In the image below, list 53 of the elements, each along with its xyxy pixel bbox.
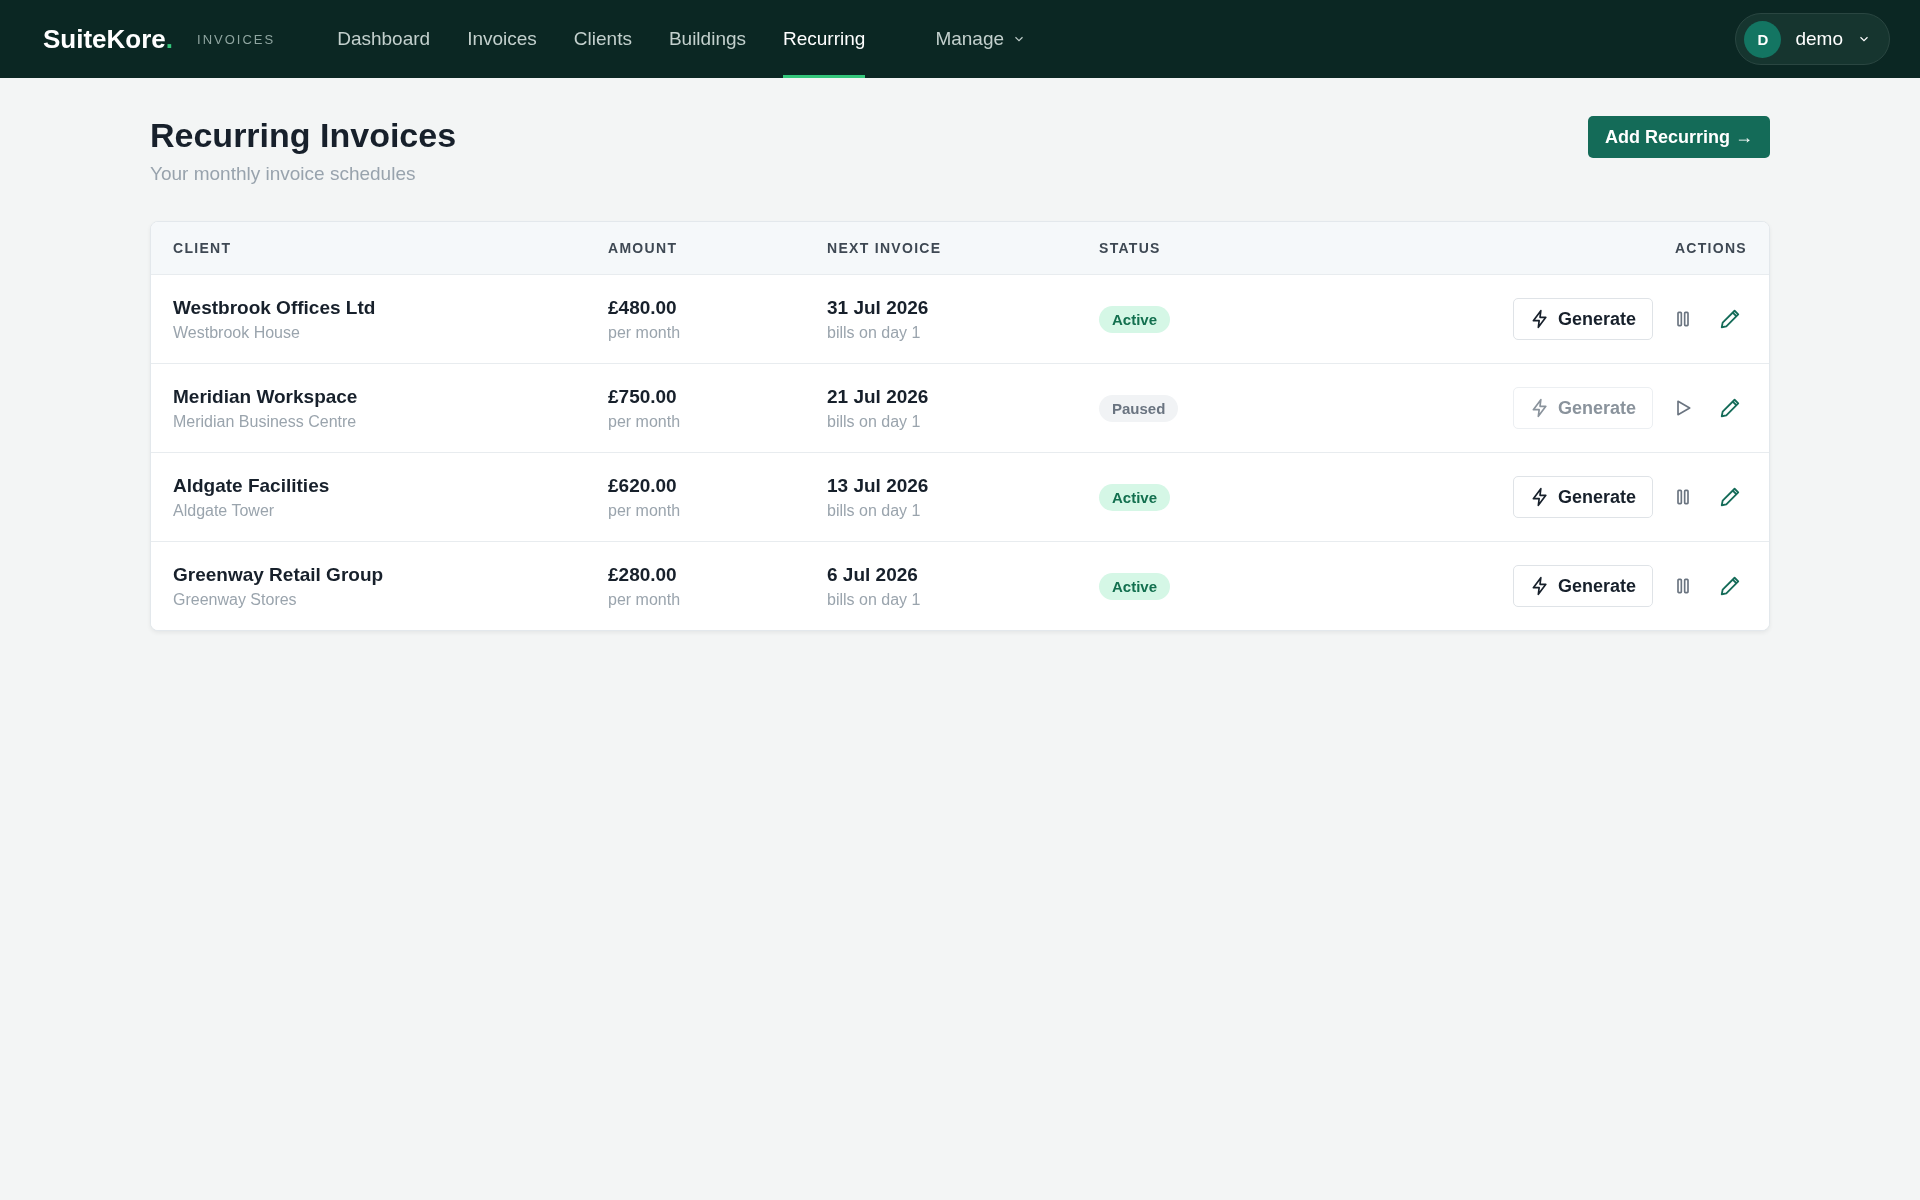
amount: £620.00 (608, 474, 678, 497)
generate-button[interactable]: Generate (1512, 565, 1653, 607)
status-badge: Paused (1099, 394, 1179, 422)
billing-period: per month (608, 590, 682, 609)
next-invoice-date: 21 Jul 2026 (827, 385, 930, 408)
column-header: ACTIONS (1673, 240, 1747, 256)
page-subtitle: Your monthly invoice schedules (150, 163, 417, 185)
pencil-icon (1719, 397, 1741, 419)
generate-button[interactable]: Generate (1512, 476, 1653, 518)
pencil-icon (1719, 308, 1741, 330)
pencil-icon (1719, 486, 1741, 508)
building-name: Aldgate Tower (173, 501, 276, 520)
nav-tab[interactable]: Invoices (467, 0, 537, 78)
client-name: Westbrook Offices Ltd (173, 296, 377, 319)
billing-day: bills on day 1 (827, 501, 1099, 520)
client-name: Greenway Retail Group (173, 563, 385, 586)
column-header: NEXT INVOICE (827, 240, 943, 256)
nav-tab[interactable]: Buildings (668, 0, 746, 78)
user-menu[interactable]: D demo (1735, 13, 1890, 65)
next-invoice-date: 6 Jul 2026 (827, 563, 919, 586)
brand-logo[interactable]: SuiteKore. (43, 23, 174, 55)
user-avatar: D (1744, 20, 1782, 58)
add-recurring-button[interactable]: Add Recurring → (1588, 116, 1770, 158)
next-invoice-date: 31 Jul 2026 (827, 296, 930, 319)
nav-tab[interactable]: Clients (573, 0, 632, 78)
next-invoice-date: 13 Jul 2026 (827, 474, 930, 497)
billing-period: per month (608, 501, 682, 520)
client-name: Aldgate Facilities (173, 474, 331, 497)
billing-day: bills on day 1 (827, 590, 1099, 609)
amount: £280.00 (608, 563, 678, 586)
section-label: INVOICES (197, 31, 276, 47)
billing-period: per month (608, 412, 682, 431)
column-header: STATUS (1099, 240, 1162, 256)
manage-menu[interactable]: Manage (935, 28, 1027, 50)
column-header: AMOUNT (608, 240, 679, 256)
billing-day: bills on day 1 (827, 323, 1099, 342)
status-badge: Active (1099, 305, 1171, 333)
building-name: Westbrook House (173, 323, 301, 342)
client-name: Meridian Workspace (173, 385, 359, 408)
page-title: Recurring Invoices (150, 116, 457, 155)
pencil-icon (1719, 575, 1741, 597)
building-name: Greenway Stores (173, 590, 298, 609)
status-badge: Active (1099, 572, 1171, 600)
column-header: CLIENT (173, 240, 233, 256)
billing-day: bills on day 1 (827, 412, 1099, 431)
nav-tab[interactable]: Recurring (783, 0, 866, 78)
amount: £480.00 (608, 296, 678, 319)
status-badge: Active (1099, 483, 1171, 511)
amount: £750.00 (608, 385, 678, 408)
nav-tab[interactable]: Dashboard (337, 0, 431, 78)
billing-period: per month (608, 323, 682, 342)
generate-button[interactable]: Generate (1512, 298, 1653, 340)
building-name: Meridian Business Centre (173, 412, 358, 431)
